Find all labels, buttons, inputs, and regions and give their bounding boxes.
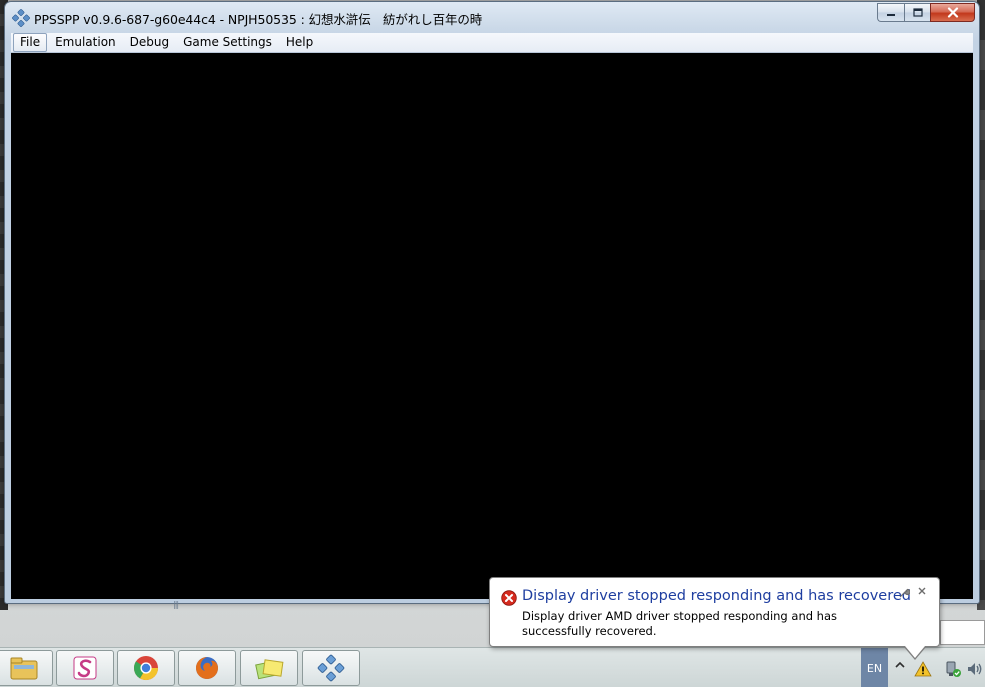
paint-s-icon: [73, 656, 97, 680]
taskbar-chrome[interactable]: [117, 650, 175, 686]
folder-icon: [10, 657, 38, 680]
network-icon[interactable]: [944, 660, 962, 678]
menu-debug[interactable]: Debug: [124, 34, 175, 51]
language-indicator[interactable]: EN: [861, 648, 888, 687]
close-x-icon: [918, 587, 926, 595]
resize-grip[interactable]: |||: [173, 600, 179, 609]
taskbar: EN: [0, 647, 985, 687]
show-hidden-icons-arrow[interactable]: [893, 658, 907, 672]
window-title: PPSSPP v0.9.6-687-g60e44c4 - NPJH50535 :…: [34, 12, 483, 27]
error-icon: [501, 590, 517, 606]
volume-icon[interactable]: [966, 660, 984, 678]
maximize-button[interactable]: [904, 3, 930, 22]
notification-body: Display driver AMD driver stopped respon…: [522, 609, 838, 638]
menu-game-settings[interactable]: Game Settings: [177, 34, 278, 51]
maximize-icon: [912, 8, 923, 17]
notes-icon: [255, 659, 284, 680]
caption-buttons: [877, 3, 975, 23]
minimize-icon: [887, 13, 895, 16]
close-icon: [947, 7, 958, 18]
notification-title: Display driver stopped responding and ha…: [522, 588, 912, 604]
ppsspp-icon: [317, 654, 345, 682]
balloon-tail: [905, 646, 925, 658]
taskbar-windows-explorer[interactable]: [0, 650, 53, 686]
firefox-icon: [196, 657, 218, 679]
wrench-options-icon[interactable]: [897, 587, 911, 601]
minimize-button[interactable]: [877, 3, 904, 22]
game-display-area[interactable]: [11, 53, 973, 599]
notification-close-button[interactable]: [915, 586, 929, 600]
taskbar-sticky-notes[interactable]: [240, 650, 298, 686]
taskbar-paint-app[interactable]: [56, 650, 114, 686]
taskbar-ppsspp[interactable]: [302, 650, 360, 686]
background-text-field: [940, 620, 985, 645]
taskbar-firefox[interactable]: [178, 650, 236, 686]
ppsspp-window: PPSSPP v0.9.6-687-g60e44c4 - NPJH50535 :…: [4, 1, 980, 609]
menu-help[interactable]: Help: [280, 34, 319, 51]
title-bar[interactable]: PPSSPP v0.9.6-687-g60e44c4 - NPJH50535 :…: [5, 2, 979, 32]
menu-emulation[interactable]: Emulation: [49, 34, 122, 51]
chrome-icon: [134, 656, 158, 681]
ppsspp-app-icon: [12, 9, 30, 27]
action-center-warning-icon[interactable]: [914, 660, 932, 678]
notification-balloon[interactable]: Display driver stopped responding and ha…: [489, 577, 940, 660]
wrench-icon: [899, 588, 911, 598]
close-button[interactable]: [930, 3, 975, 22]
menu-file[interactable]: File: [13, 33, 48, 52]
menu-bar: File Emulation Debug Game Settings Help: [11, 33, 973, 53]
